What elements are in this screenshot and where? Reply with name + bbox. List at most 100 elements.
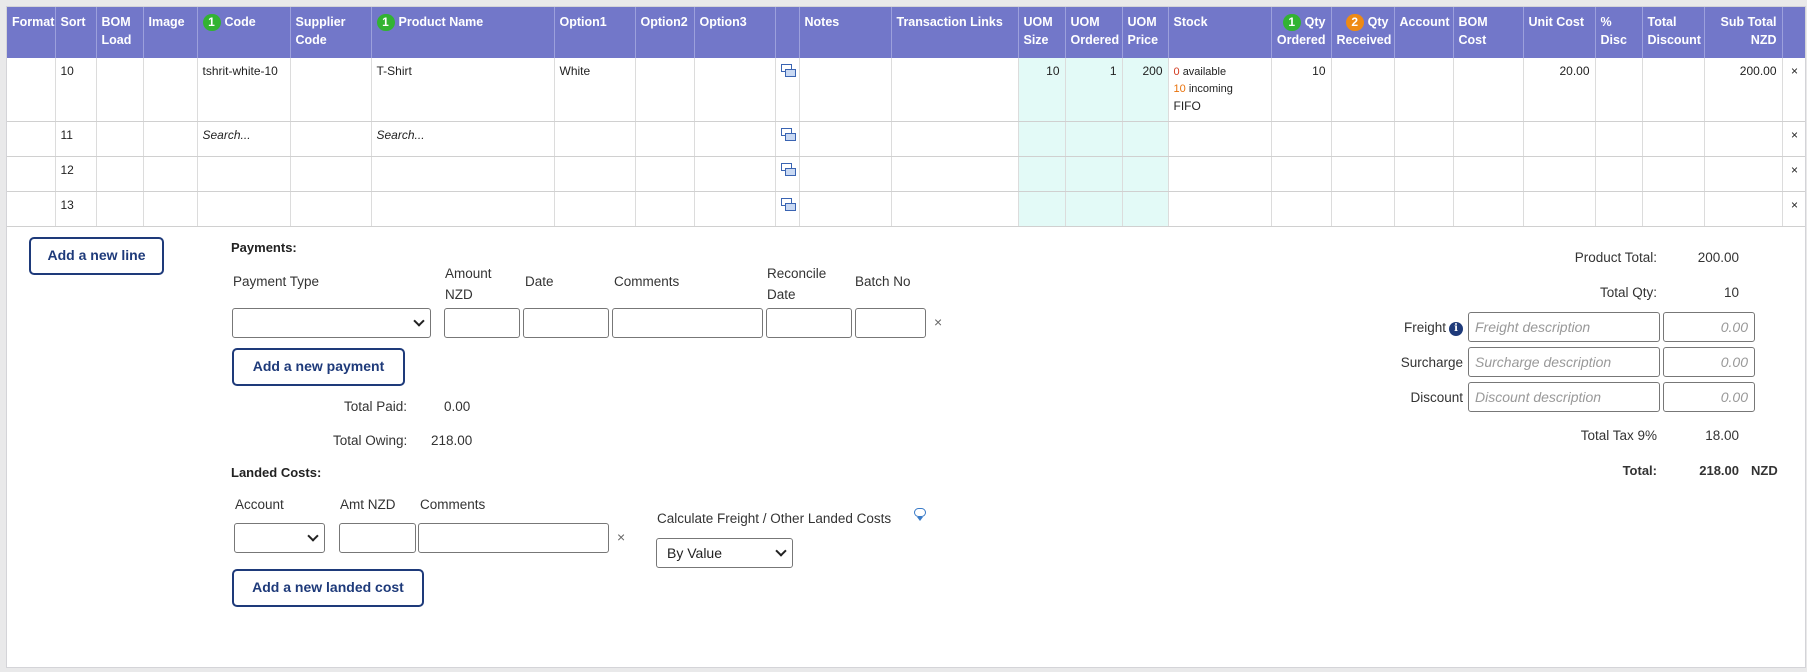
remove-row-icon[interactable]: × xyxy=(1782,156,1805,192)
discount-description-input[interactable]: Discount description xyxy=(1468,382,1660,412)
col-format: Format xyxy=(7,7,56,58)
sort-cell[interactable]: 11 xyxy=(55,121,97,157)
chevron-down-icon xyxy=(307,530,319,542)
landed-account-select[interactable] xyxy=(234,523,325,553)
sort-cell[interactable]: 10 xyxy=(55,58,97,122)
col-account: Account xyxy=(1394,7,1454,58)
col-bom-cost: BOM Cost xyxy=(1453,7,1524,58)
chevron-down-icon xyxy=(413,315,425,327)
col-notes: Notes xyxy=(799,7,892,58)
sort-cell[interactable]: 12 xyxy=(55,156,97,192)
remove-landed-cost-icon[interactable]: × xyxy=(617,529,625,545)
stock-incoming-count: 10 xyxy=(1173,83,1186,95)
payment-type-select[interactable] xyxy=(232,308,431,338)
remove-row-icon[interactable]: × xyxy=(1782,121,1805,157)
sort-cell[interactable]: 13 xyxy=(55,191,97,227)
account-cell[interactable] xyxy=(1394,58,1454,122)
batch-no-input[interactable] xyxy=(855,308,926,338)
note-cell[interactable] xyxy=(775,58,800,122)
total-discount-cell[interactable] xyxy=(1642,58,1705,122)
sub-total-cell: 200.00 xyxy=(1704,58,1783,122)
qty-received-cell[interactable] xyxy=(1331,58,1395,122)
payment-type-header: Payment Type xyxy=(233,274,320,289)
col-note-icon xyxy=(775,7,800,58)
uom-price-cell[interactable]: 200 xyxy=(1122,58,1169,122)
col-transaction-links: Transaction Links xyxy=(891,7,1019,58)
payment-date-input[interactable] xyxy=(523,308,609,338)
surcharge-label: Surcharge xyxy=(1400,355,1463,370)
col-option3: Option3 xyxy=(694,7,776,58)
add-new-landed-cost-button[interactable]: Add a new landed cost xyxy=(232,569,424,607)
reconcile-date-header: Reconcile Date xyxy=(767,266,827,302)
col-option1: Option1 xyxy=(554,7,636,58)
total-owing-value: 218.00 xyxy=(431,433,473,448)
remove-payment-icon[interactable]: × xyxy=(934,314,942,330)
table-row: 10 tshrit-white-10 T-Shirt White 10 1 20… xyxy=(7,58,1805,122)
col-product-name[interactable]: 1 Product Name xyxy=(371,7,555,58)
reconcile-date-input[interactable] xyxy=(766,308,852,338)
landed-amount-input[interactable] xyxy=(339,523,416,553)
payments-title: Payments: xyxy=(231,240,297,255)
add-new-line-button[interactable]: Add a new line xyxy=(29,237,164,275)
total-owing-label: Total Owing: xyxy=(333,433,408,448)
col-qty-ordered[interactable]: 1 Qty Ordered xyxy=(1271,7,1332,58)
comments-header: Comments xyxy=(614,274,680,289)
comment-bubble-icon[interactable] xyxy=(914,508,926,521)
product-search-input[interactable]: Search... xyxy=(371,121,555,157)
add-new-payment-button[interactable]: Add a new payment xyxy=(232,348,405,386)
remove-row-icon[interactable]: × xyxy=(1782,191,1805,227)
discount-amount-input[interactable]: 0.00 xyxy=(1663,382,1755,412)
product-name-cell[interactable]: T-Shirt xyxy=(371,58,555,122)
notes-icon[interactable] xyxy=(780,128,797,142)
order-lines-table: Format Sort BOM Load Image 1 Code Supplie… xyxy=(7,7,1805,227)
total-qty-value: 10 xyxy=(1723,285,1739,300)
notes-icon[interactable] xyxy=(780,198,797,212)
code-cell[interactable]: tshrit-white-10 xyxy=(197,58,291,122)
total-tax-label: Total Tax 9% xyxy=(1580,428,1657,443)
freight-label: Freight i xyxy=(1377,320,1463,336)
unit-cost-cell[interactable]: 20.00 xyxy=(1523,58,1596,122)
option2-cell[interactable] xyxy=(635,58,695,122)
surcharge-amount-input[interactable]: 0.00 xyxy=(1663,347,1755,377)
col-code[interactable]: 1 Code xyxy=(197,7,291,58)
remove-row-icon[interactable]: × xyxy=(1782,58,1805,122)
uom-size-cell[interactable]: 10 xyxy=(1018,58,1066,122)
uom-ordered-cell[interactable]: 1 xyxy=(1065,58,1123,122)
grand-total-value: 218.00 xyxy=(1699,463,1739,478)
landed-amt-header: Amt NZD xyxy=(340,497,396,512)
product-total-label: Product Total: xyxy=(1574,250,1657,265)
col-remove xyxy=(1782,7,1805,58)
col-qty-received[interactable]: 2 Qty Received xyxy=(1331,7,1395,58)
calc-method-select[interactable]: By Value xyxy=(656,538,793,568)
purchase-order-lines-panel: Format Sort BOM Load Image 1 Code Supplie… xyxy=(6,6,1806,668)
payment-comments-input[interactable] xyxy=(612,308,763,338)
format-cell[interactable] xyxy=(7,58,56,122)
freight-description-input[interactable]: Freight description xyxy=(1468,312,1660,342)
transaction-links-cell xyxy=(891,58,1019,122)
grand-total-currency: NZD xyxy=(1751,463,1778,478)
landed-comments-header: Comments xyxy=(420,497,486,512)
freight-amount-input[interactable]: 0.00 xyxy=(1663,312,1755,342)
col-uom-price: UOM Price xyxy=(1122,7,1169,58)
calc-landed-costs-label: Calculate Freight / Other Landed Costs xyxy=(657,511,892,526)
qty-ordered-cell[interactable]: 10 xyxy=(1271,58,1332,122)
code-search-input[interactable]: Search... xyxy=(197,121,291,157)
supplier-code-cell[interactable] xyxy=(290,58,372,122)
total-qty-label: Total Qty: xyxy=(1599,285,1657,300)
notes-icon[interactable] xyxy=(780,163,797,177)
product-count-badge: 1 xyxy=(376,14,395,31)
option3-cell[interactable] xyxy=(694,58,776,122)
pct-disc-cell[interactable] xyxy=(1595,58,1643,122)
col-supplier-code: Supplier Code xyxy=(290,7,372,58)
info-icon[interactable]: i xyxy=(1449,322,1463,336)
notes-cell[interactable] xyxy=(799,58,892,122)
discount-label: Discount xyxy=(1410,390,1463,405)
landed-comments-input[interactable] xyxy=(418,523,609,553)
option1-cell[interactable]: White xyxy=(554,58,636,122)
date-header: Date xyxy=(525,274,554,289)
payment-amount-input[interactable] xyxy=(444,308,520,338)
surcharge-description-input[interactable]: Surcharge description xyxy=(1468,347,1660,377)
col-uom-ordered: UOM Ordered xyxy=(1065,7,1123,58)
total-paid-label: Total Paid: xyxy=(344,399,408,414)
notes-icon[interactable] xyxy=(780,64,797,78)
